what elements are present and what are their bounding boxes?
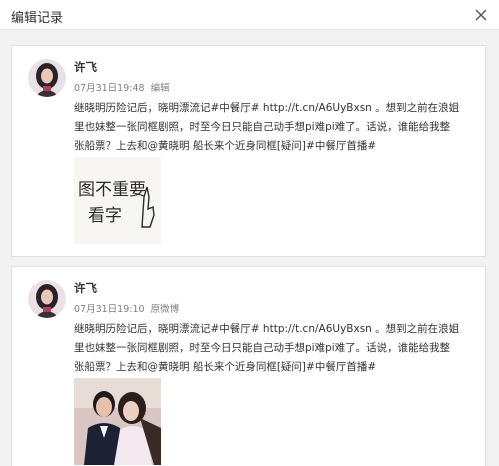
edit-record-card: 许飞 07月31日19:48 编辑 继晓明历险记后，晓明漂流记#中餐厅# http… [11,45,486,257]
edit-record-card: 许飞 07月31日19:10 原微博 继晓明历险记后，晓明漂流记#中餐厅# htt… [11,266,486,466]
records-list[interactable]: 许飞 07月31日19:48 编辑 继晓明历险记后，晓明漂流记#中餐厅# http… [0,30,499,466]
avatar[interactable] [28,59,66,97]
post-text-line: 张船票？上去和@黄晓明 船长来个近身同框[疑问]#中餐厅首播# [74,140,377,152]
image-text-line: 看字 [88,206,122,226]
image-text-line: 图不重要 [78,180,146,200]
username[interactable]: 许飞 [74,59,97,75]
post-text-line: 里也妹整一张同框剧照，时至今日只能自己动手想pi难pi难了。话说，谁能给我整 [74,121,451,133]
username[interactable]: 许飞 [74,280,97,296]
post-text-line: 里也妹整一张同框剧照，时至今日只能自己动手想pi难pi难了。话说，谁能给我整 [74,342,451,354]
timestamp: 07月31日19:10 [74,304,145,315]
avatar[interactable] [28,280,66,318]
dialog-header: 编辑记录 [0,0,499,30]
post-meta: 07月31日19:10 原微博 [74,301,179,315]
photo-image[interactable] [74,378,161,465]
post-text-line: 张船票？上去和@黄晓明 船长来个近身同框[疑问]#中餐厅首播# [74,361,377,373]
post-meta: 07月31日19:48 编辑 [74,80,170,94]
post-text: 继晓明历险记后，晓明漂流记#中餐厅# http://t.cn/A6UyBxsn … [74,320,474,377]
handwriting-image[interactable]: 图不重要 看字 [74,157,161,244]
timestamp: 07月31日19:48 [74,83,145,94]
dialog-title: 编辑记录 [11,11,64,26]
edit-label: 编辑 [150,83,170,94]
post-text-line: 继晓明历险记后，晓明漂流记#中餐厅# http://t.cn/A6UyBxsn … [74,323,460,335]
post-text-line: 继晓明历险记后，晓明漂流记#中餐厅# http://t.cn/A6UyBxsn … [74,102,460,114]
edit-history-dialog: 编辑记录 许飞 07月31日19:48 编辑 继晓明历险记后，晓明漂流记#中餐厅… [0,0,499,466]
close-icon[interactable] [472,6,490,24]
original-post-link[interactable]: 原微博 [151,304,180,315]
post-text: 继晓明历险记后，晓明漂流记#中餐厅# http://t.cn/A6UyBxsn … [74,99,474,156]
